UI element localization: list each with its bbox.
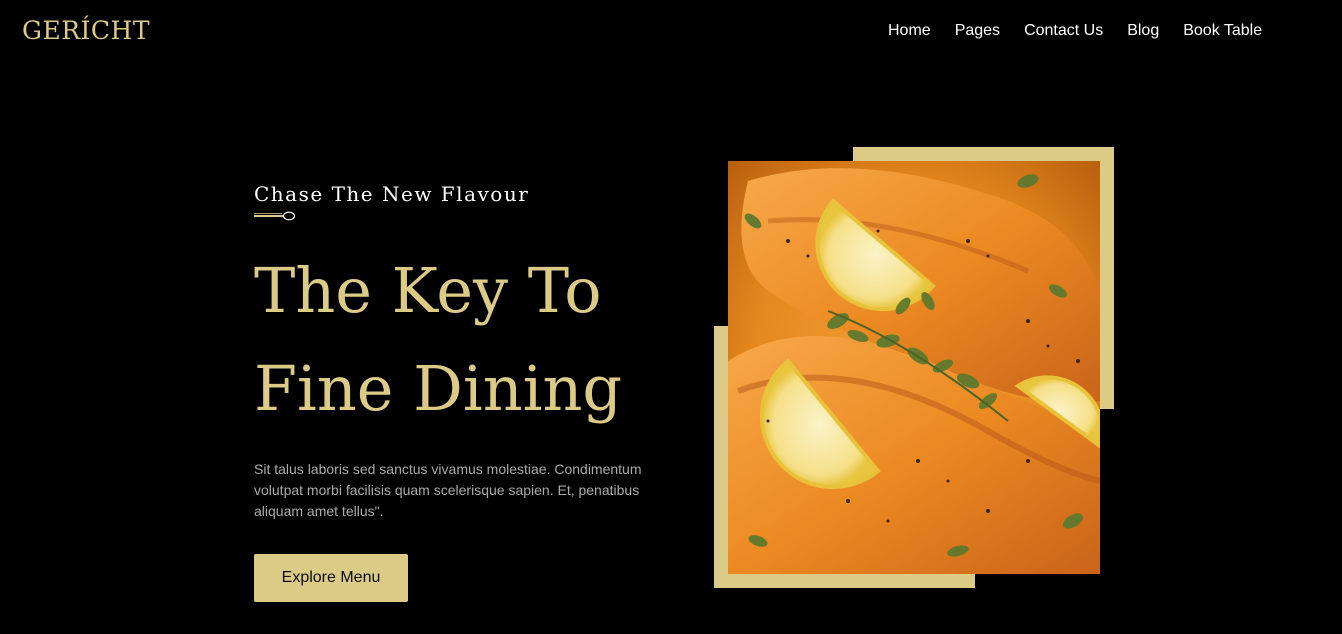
nav-home[interactable]: Home: [888, 20, 931, 42]
hero-subtitle: Chase The New Flavour: [254, 182, 530, 206]
hero-headline: The Key To Fine Dining: [254, 242, 674, 438]
headline-line-2: Fine Dining: [254, 352, 623, 425]
main-nav: Home Pages Contact Us Blog Book Table: [888, 20, 1262, 42]
headline-line-1: The Key To: [254, 254, 602, 327]
nav-contact-us[interactable]: Contact Us: [1024, 20, 1103, 42]
hero-description: Sit talus laboris sed sanctus vivamus mo…: [254, 461, 642, 519]
brand-logo[interactable]: GERÍCHT: [22, 14, 150, 48]
nav-pages[interactable]: Pages: [955, 20, 1000, 42]
nav-blog[interactable]: Blog: [1127, 20, 1159, 42]
hero-food-image: [728, 161, 1100, 574]
spoon-icon: [254, 211, 296, 221]
explore-menu-button[interactable]: Explore Menu: [254, 554, 408, 602]
nav-book-table[interactable]: Book Table: [1183, 20, 1262, 42]
hero-page: GERÍCHT Home Pages Contact Us Blog Book …: [0, 0, 1342, 634]
